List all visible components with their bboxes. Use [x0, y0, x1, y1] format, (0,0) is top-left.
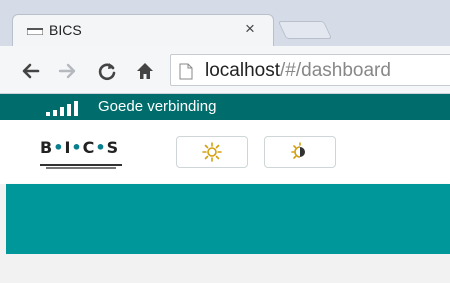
teal-banner	[6, 184, 450, 254]
app-header: B•I•C•S	[0, 120, 450, 184]
tab-title: BICS	[49, 22, 82, 38]
url-host: localhost	[205, 60, 280, 81]
logo-letter-c: C	[82, 138, 96, 157]
brightness-button[interactable]	[176, 136, 248, 168]
reload-icon	[98, 63, 116, 81]
page-icon	[179, 63, 193, 80]
reload-button[interactable]	[94, 58, 120, 84]
url-text: localhost/#/dashboard	[205, 60, 391, 82]
back-arrow-icon	[22, 63, 40, 79]
signal-strength-icon	[46, 101, 78, 116]
tab-close-icon[interactable]: ×	[245, 19, 255, 39]
page-background	[0, 254, 450, 283]
day-night-button[interactable]	[264, 136, 336, 168]
logo-text: B•I•C•S	[40, 138, 120, 157]
logo-letter-b: B	[40, 138, 54, 157]
connection-status-text: Goede verbinding	[98, 98, 217, 115]
home-button[interactable]	[132, 58, 158, 84]
connection-bar: Goede verbinding	[0, 94, 450, 120]
bics-logo[interactable]: B•I•C•S	[40, 138, 126, 174]
browser-window: BICS × localhost/#/dashboard Goede verbi…	[0, 0, 450, 283]
back-button[interactable]	[18, 58, 44, 84]
day-night-toggle-icon	[291, 142, 305, 159]
forward-arrow-icon	[58, 63, 76, 79]
window-favicon-icon	[27, 28, 43, 35]
logo-letter-s: S	[106, 138, 120, 157]
browser-toolbar: localhost/#/dashboard	[0, 46, 450, 94]
forward-button[interactable]	[54, 58, 80, 84]
sun-brightness-icon	[202, 142, 222, 162]
logo-underline-graphic	[40, 164, 122, 169]
url-path: /#/dashboard	[280, 60, 391, 81]
new-tab-button[interactable]	[277, 21, 333, 39]
address-bar[interactable]: localhost/#/dashboard	[170, 54, 450, 86]
home-icon	[137, 63, 153, 79]
browser-tab[interactable]: BICS ×	[12, 14, 274, 46]
tab-strip: BICS ×	[0, 0, 450, 46]
